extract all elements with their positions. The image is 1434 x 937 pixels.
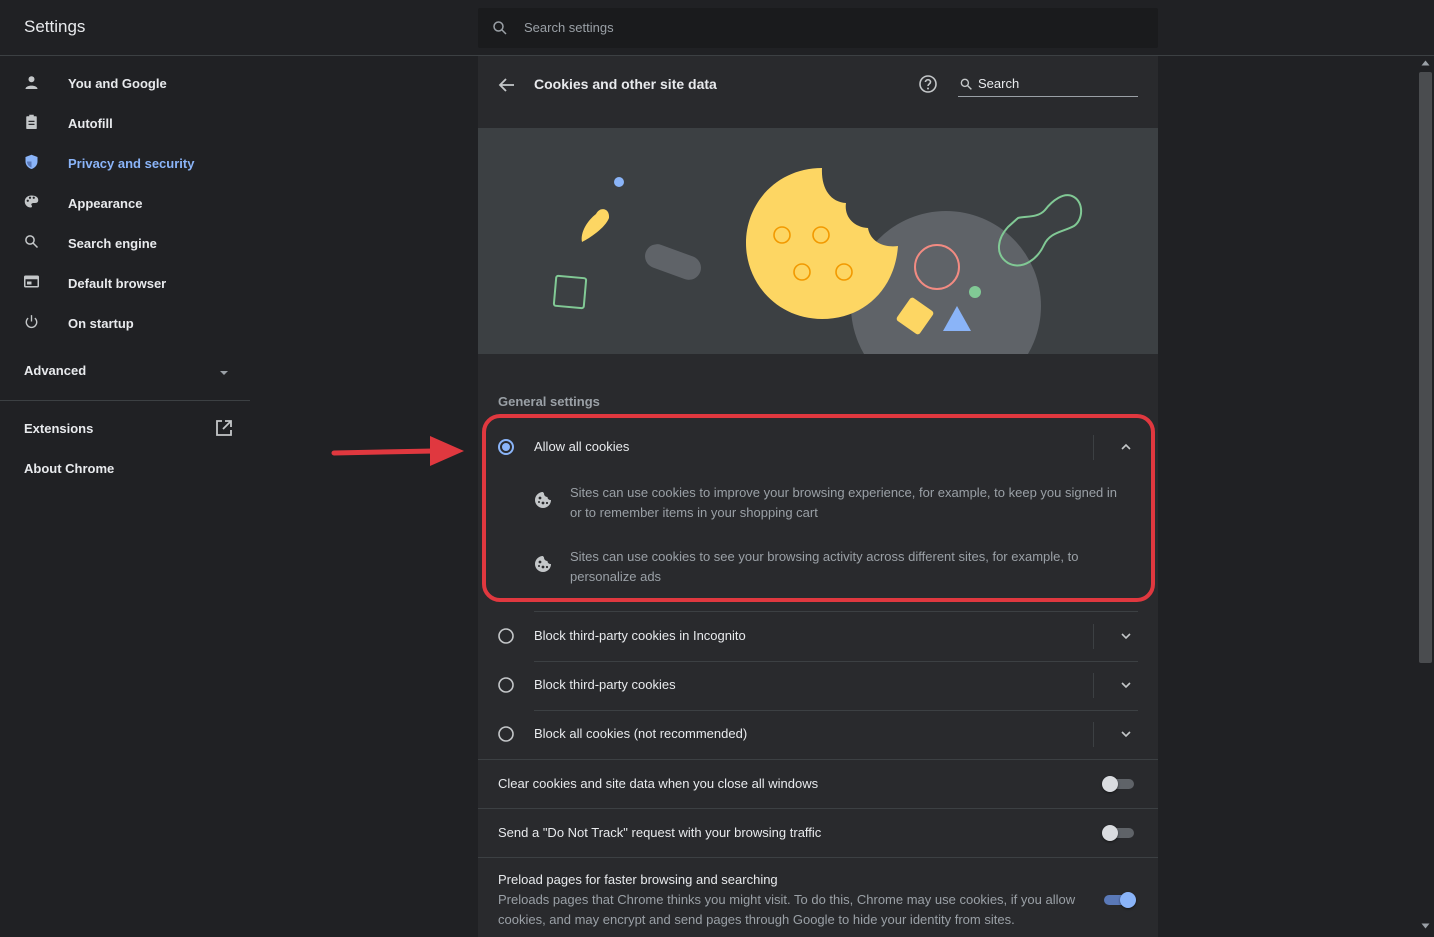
sidebar: You and Google Autofill Privacy and secu… xyxy=(0,56,250,937)
help-icon[interactable] xyxy=(918,74,938,94)
row-separator xyxy=(1093,722,1094,747)
cookie-detail-text: Sites can use cookies to improve your br… xyxy=(570,485,1118,520)
scroll-up-icon[interactable] xyxy=(1421,60,1430,66)
radio-selected-icon[interactable] xyxy=(498,439,514,455)
radio-label: Block third-party cookies in Incognito xyxy=(534,628,746,643)
clear-on-exit-toggle[interactable] xyxy=(1102,776,1136,792)
radio-unselected-icon[interactable] xyxy=(498,677,514,693)
cookies-settings-card: Cookies and other site data Search Gener… xyxy=(478,56,1158,937)
clipboard-icon xyxy=(26,114,37,129)
clear-on-exit-row: Clear cookies and site data when you clo… xyxy=(478,759,1158,808)
chevron-up-icon[interactable] xyxy=(1120,441,1132,453)
radio-block-third-party[interactable]: Block third-party cookies xyxy=(478,661,1158,710)
toggle-knob xyxy=(1102,825,1118,841)
palette-icon xyxy=(24,195,39,208)
toggle-knob xyxy=(1102,776,1118,792)
row-separator xyxy=(1093,673,1094,698)
row-separator xyxy=(1093,624,1094,649)
search-icon xyxy=(960,78,972,90)
radio-allow-all-cookies[interactable]: Allow all cookies xyxy=(478,423,1158,472)
cookie-detail-text: Sites can use cookies to see your browsi… xyxy=(570,549,1079,584)
annotation-arrow-icon xyxy=(331,436,464,466)
sidebar-item-label: Appearance xyxy=(68,195,143,211)
cookies-search-input[interactable]: Search xyxy=(978,76,1019,91)
search-icon xyxy=(25,235,39,249)
sidebar-item-default-browser[interactable]: Default browser xyxy=(0,263,250,303)
toggle-knob xyxy=(1120,892,1136,908)
sidebar-item-label: Default browser xyxy=(68,275,167,291)
chevron-down-icon[interactable] xyxy=(1120,728,1132,740)
person-icon xyxy=(25,76,38,89)
radio-block-third-party-incognito[interactable]: Block third-party cookies in Incognito xyxy=(478,612,1158,661)
app-title: Settings xyxy=(24,17,86,36)
radio-unselected-icon[interactable] xyxy=(498,628,514,644)
sidebar-item-privacy-and-security[interactable]: Privacy and security xyxy=(0,143,250,183)
toggle-label: Send a "Do Not Track" request with your … xyxy=(498,825,822,840)
preload-title: Preload pages for faster browsing and se… xyxy=(498,872,778,887)
sidebar-item-label: You and Google xyxy=(68,75,167,91)
radio-label: Allow all cookies xyxy=(534,439,630,454)
cookies-illustration xyxy=(478,128,1158,354)
radio-label: Block third-party cookies xyxy=(534,677,676,692)
do-not-track-row: Send a "Do Not Track" request with your … xyxy=(478,808,1158,857)
sidebar-item-on-startup[interactable]: On startup xyxy=(0,303,250,343)
sidebar-item-label: Search engine xyxy=(68,235,157,251)
caret-down-icon[interactable] xyxy=(218,369,230,377)
back-arrow-icon[interactable] xyxy=(498,76,516,94)
sidebar-item-extensions[interactable]: Extensions xyxy=(24,421,93,436)
top-bar: Settings Search settings xyxy=(0,0,1434,56)
cookie-icon xyxy=(535,556,551,572)
sidebar-advanced[interactable]: Advanced xyxy=(24,363,86,378)
preload-toggle[interactable] xyxy=(1104,892,1136,908)
browser-icon xyxy=(24,275,39,288)
sidebar-item-you-and-google[interactable]: You and Google xyxy=(0,63,250,103)
section-label-general: General settings xyxy=(498,394,600,409)
radio-unselected-icon[interactable] xyxy=(498,726,514,742)
shield-icon xyxy=(25,154,38,169)
page-title: Cookies and other site data xyxy=(534,76,717,92)
row-separator xyxy=(1093,435,1094,460)
search-settings-box[interactable]: Search settings xyxy=(478,8,1158,48)
scrollbar[interactable] xyxy=(1417,56,1434,937)
scroll-down-icon[interactable] xyxy=(1421,923,1430,929)
radio-block-all-cookies[interactable]: Block all cookies (not recommended) xyxy=(478,710,1158,759)
sidebar-item-search-engine[interactable]: Search engine xyxy=(0,223,250,263)
card-header: Cookies and other site data Search xyxy=(478,56,1158,128)
radio-label: Block all cookies (not recommended) xyxy=(534,726,748,741)
do-not-track-toggle[interactable] xyxy=(1102,825,1136,841)
search-settings-input[interactable]: Search settings xyxy=(524,20,614,35)
sidebar-item-label: Privacy and security xyxy=(68,155,195,171)
power-icon xyxy=(25,315,38,329)
sidebar-item-appearance[interactable]: Appearance xyxy=(0,183,250,223)
toggle-label: Clear cookies and site data when you clo… xyxy=(498,776,819,791)
sidebar-item-about-chrome[interactable]: About Chrome xyxy=(24,461,114,476)
chevron-down-icon[interactable] xyxy=(1120,679,1132,691)
open-in-new-icon[interactable] xyxy=(215,419,233,437)
preload-description: Preloads pages that Chrome thinks you mi… xyxy=(498,892,1076,927)
chevron-down-icon[interactable] xyxy=(1120,630,1132,642)
scrollbar-thumb[interactable] xyxy=(1419,72,1432,663)
search-icon xyxy=(493,21,507,35)
cookie-illustration-graphic xyxy=(552,168,1083,354)
sidebar-item-label: Autofill xyxy=(68,115,113,131)
divider xyxy=(478,857,1158,858)
sidebar-item-label: On startup xyxy=(68,315,134,331)
cookies-search-field[interactable]: Search xyxy=(958,70,1138,97)
sidebar-item-autofill[interactable]: Autofill xyxy=(0,103,250,143)
sidebar-divider xyxy=(0,400,250,401)
cookie-icon xyxy=(535,492,551,508)
